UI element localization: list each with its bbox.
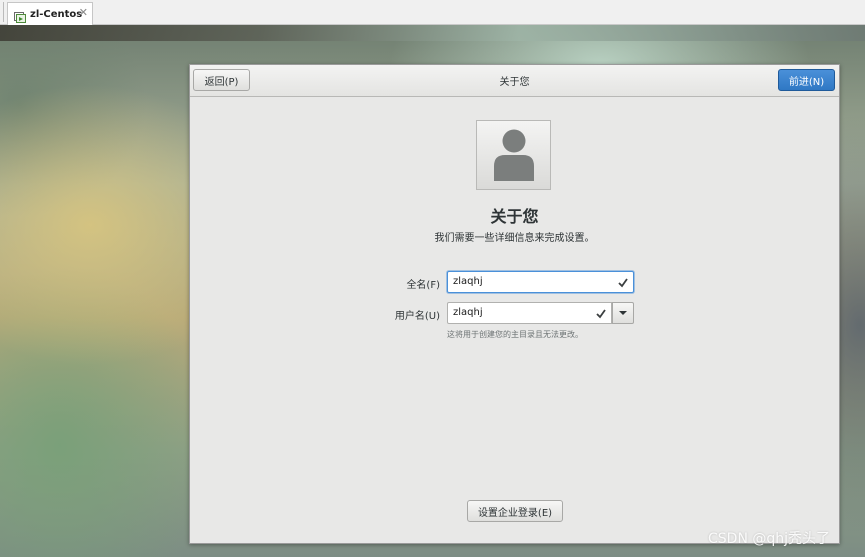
username-hint: 这将用于创建您的主目录且无法更改。 bbox=[447, 330, 583, 339]
check-icon bbox=[618, 278, 628, 288]
check-icon bbox=[596, 309, 606, 319]
initial-setup-dialog: 返回(P) 关于您 前进(N) 关于您 我们需要一些详细信息来完成设置。 全名(… bbox=[189, 64, 840, 544]
username-label: 用户名(U) bbox=[394, 311, 440, 322]
chevron-down-icon bbox=[619, 311, 627, 315]
tab-zl-centos[interactable]: zl-Centos ✕ bbox=[7, 2, 93, 25]
header-bar: 返回(P) 关于您 前进(N) bbox=[190, 65, 839, 97]
username-dropdown-button[interactable] bbox=[612, 302, 634, 324]
page-subtitle: 我们需要一些详细信息来完成设置。 bbox=[434, 233, 595, 244]
user-avatar-icon bbox=[493, 129, 534, 181]
back-button[interactable]: 返回(P) bbox=[193, 69, 250, 91]
fullname-field[interactable]: zlaqhj bbox=[447, 271, 634, 293]
next-button[interactable]: 前进(N) bbox=[778, 69, 835, 91]
tab-label: zl-Centos bbox=[30, 8, 83, 20]
desktop-top-strip bbox=[0, 25, 865, 41]
fullname-label: 全名(F) bbox=[406, 280, 440, 291]
fullname-value: zlaqhj bbox=[453, 276, 483, 287]
username-value: zlaqhj bbox=[453, 307, 483, 318]
page-heading: 关于您 bbox=[490, 207, 539, 226]
enterprise-login-button[interactable]: 设置企业登录(E) bbox=[467, 500, 563, 522]
vm-icon bbox=[14, 8, 26, 23]
header-title: 关于您 bbox=[499, 77, 530, 88]
avatar-button[interactable] bbox=[476, 120, 551, 190]
close-icon[interactable]: ✕ bbox=[79, 6, 88, 19]
tab-bar-edge bbox=[0, 2, 4, 22]
watermark: CSDN @qhj秃头了 bbox=[708, 531, 831, 547]
host-tab-bar: zl-Centos ✕ bbox=[0, 0, 865, 25]
username-field[interactable]: zlaqhj bbox=[447, 302, 612, 324]
